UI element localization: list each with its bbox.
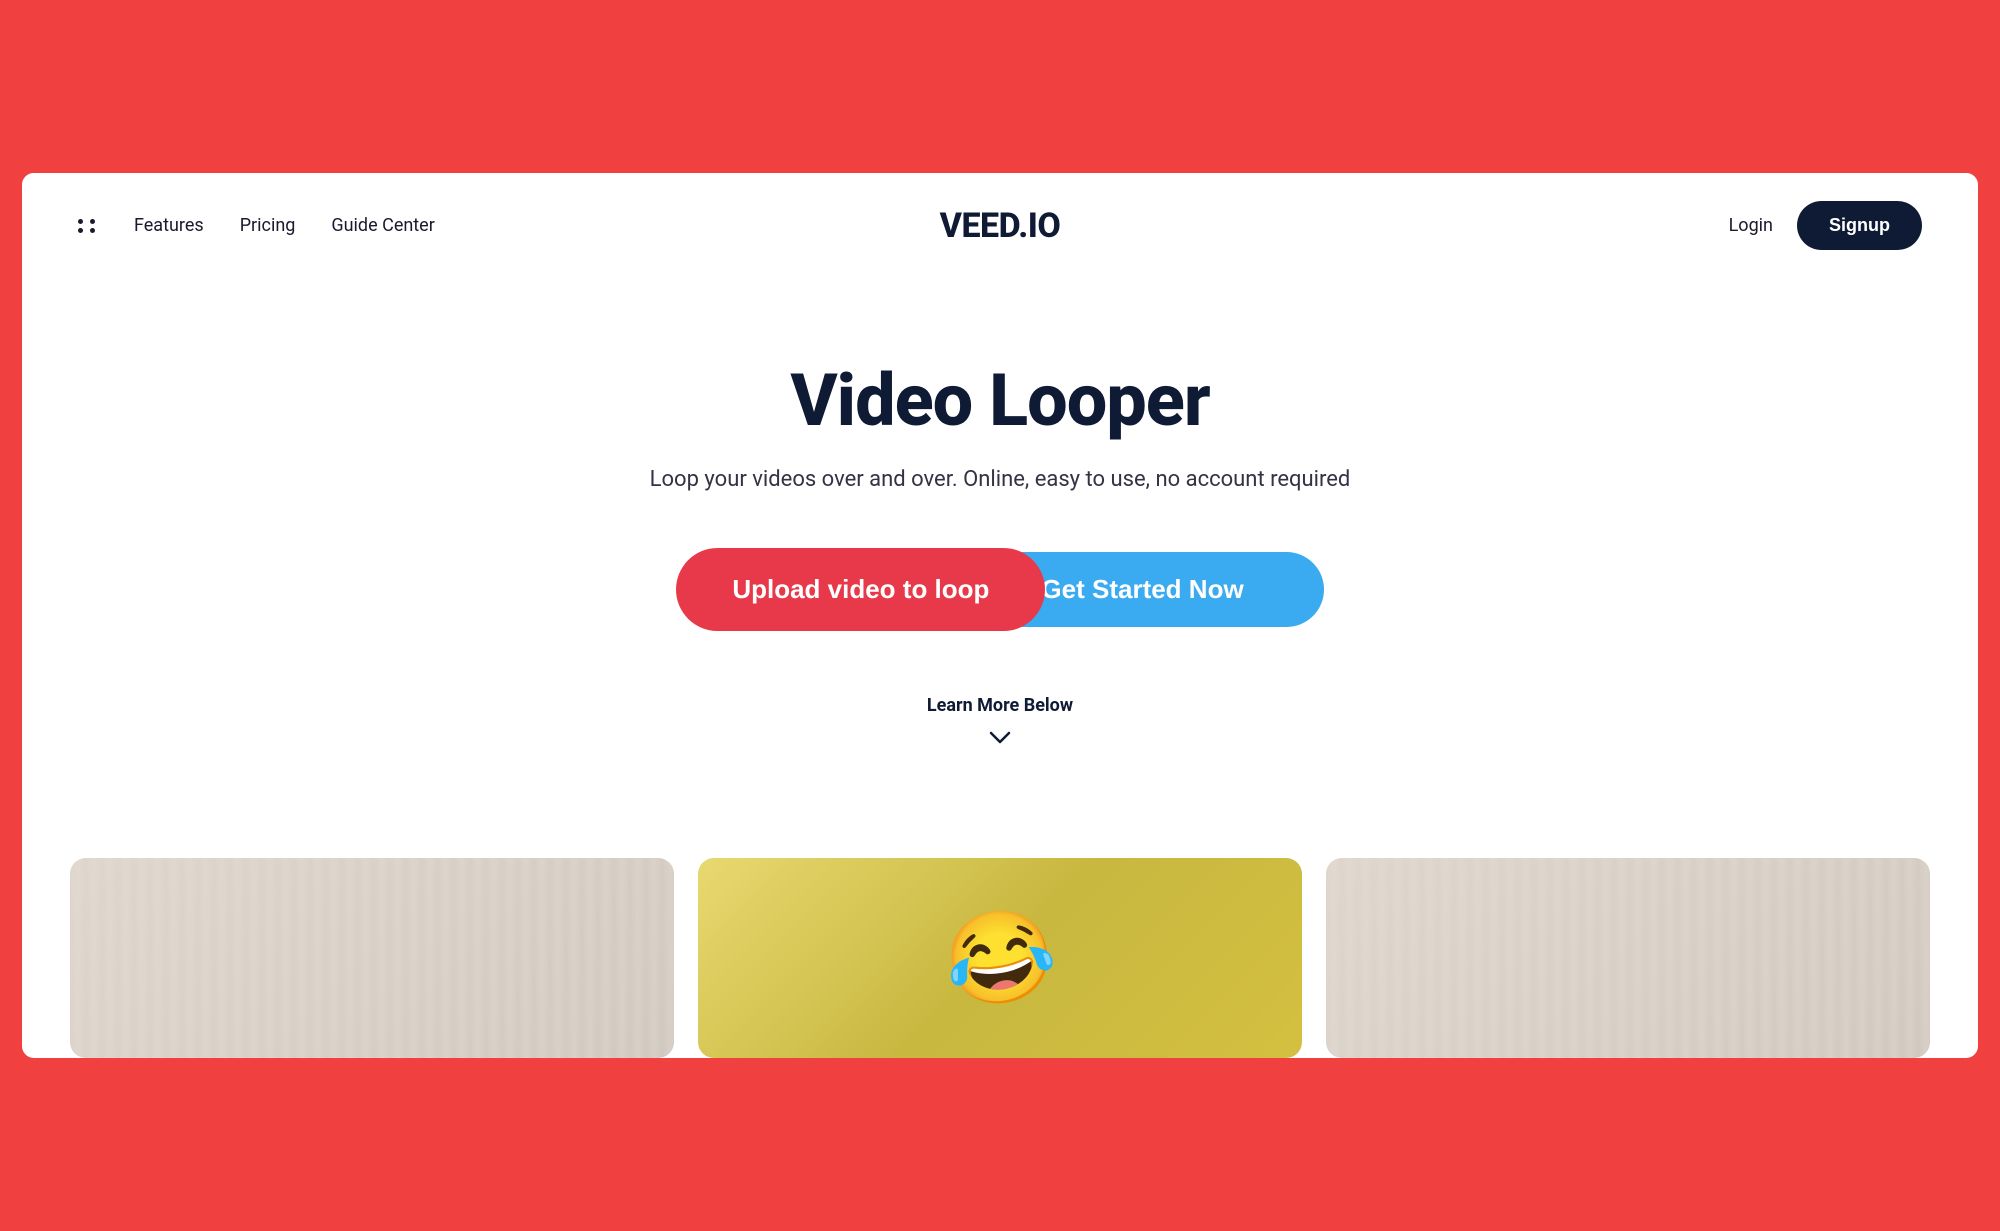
signup-button[interactable]: Signup — [1797, 201, 1922, 250]
hero-subtitle: Loop your videos over and over. Online, … — [650, 467, 1351, 492]
video-thumb-right — [1326, 858, 1930, 1058]
learn-more-section: Learn More Below — [927, 695, 1073, 750]
nav-right: Login Signup — [1729, 201, 1922, 250]
chevron-down-icon — [989, 726, 1011, 750]
video-thumb-center: 😂 — [698, 858, 1302, 1058]
get-started-wrapper: Get Started Now — [1017, 552, 1323, 627]
hero-title: Video Looper — [790, 358, 1209, 443]
nav-logo[interactable]: VEED.IO — [940, 206, 1061, 246]
grid-icon[interactable] — [78, 219, 98, 233]
nav-pricing-link[interactable]: Pricing — [240, 215, 296, 236]
video-thumbnails-row: 😂 — [22, 858, 1978, 1058]
emoji-container: 😂 — [698, 858, 1302, 1058]
nav-features-link[interactable]: Features — [134, 215, 204, 236]
nav-left: Features Pricing Guide Center — [78, 215, 435, 236]
cta-container: Upload video to loop Get Started Now — [676, 548, 1323, 631]
emoji-balloon: 😂 — [936, 897, 1065, 1020]
hero-section: Video Looper Loop your videos over and o… — [22, 278, 1978, 858]
navbar: Features Pricing Guide Center VEED.IO Lo… — [22, 173, 1978, 278]
nav-guide-center-link[interactable]: Guide Center — [331, 215, 434, 236]
learn-more-label: Learn More Below — [927, 695, 1073, 716]
video-thumb-left — [70, 858, 674, 1058]
login-link[interactable]: Login — [1729, 215, 1773, 236]
upload-video-button[interactable]: Upload video to loop — [676, 548, 1045, 631]
